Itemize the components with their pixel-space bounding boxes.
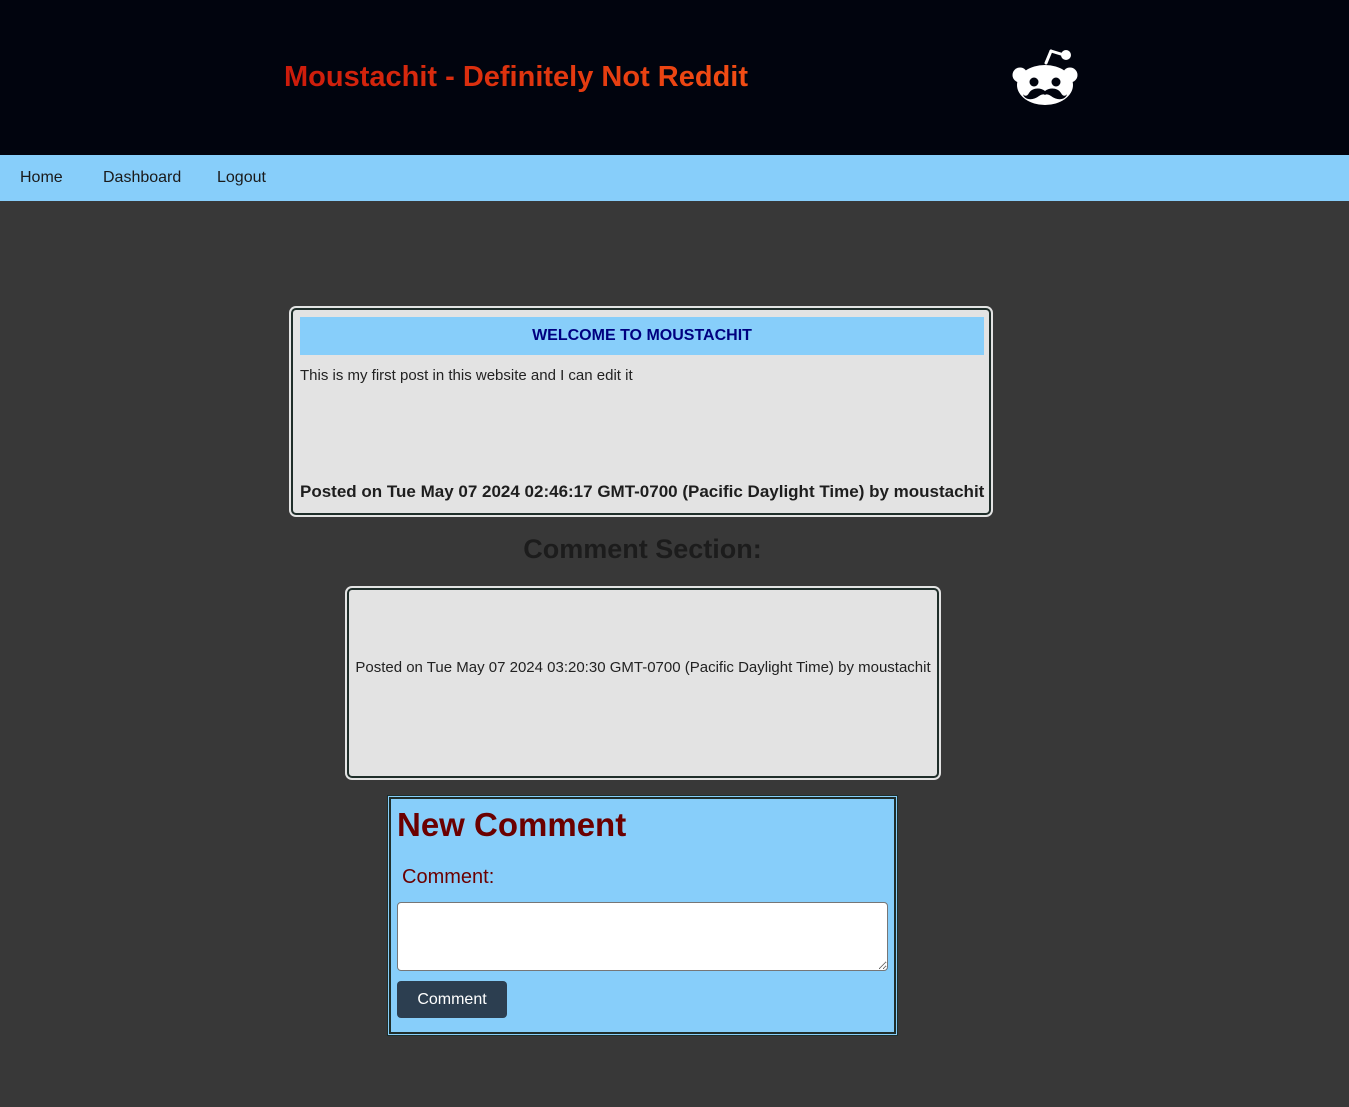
comment-card: Posted on Tue May 07 2024 03:20:30 GMT-0… bbox=[347, 588, 939, 778]
comment-section-heading: Comment Section: bbox=[523, 534, 762, 564]
post-body: This is my first post in this website an… bbox=[300, 367, 633, 384]
post-meta: Posted on Tue May 07 2024 02:46:17 GMT-0… bbox=[300, 482, 985, 501]
comment-meta: Posted on Tue May 07 2024 03:20:30 GMT-0… bbox=[355, 659, 931, 676]
site-header: Moustachit - Definitely Not Reddit bbox=[0, 0, 1349, 155]
nav-logout-link[interactable]: Logout bbox=[217, 168, 266, 188]
nav-dashboard-link[interactable]: Dashboard bbox=[103, 168, 181, 188]
post-card: WELCOME TO MOUSTACHIT This is my first p… bbox=[291, 308, 991, 515]
new-comment-form: New Comment Comment: Comment bbox=[389, 797, 896, 1034]
comment-textarea[interactable] bbox=[397, 902, 888, 971]
nav-home-link[interactable]: Home bbox=[20, 168, 63, 188]
new-comment-title: New Comment bbox=[397, 806, 627, 843]
comment-label: Comment: bbox=[402, 866, 495, 888]
main-nav: Home Dashboard Logout bbox=[0, 155, 1349, 201]
comment-submit-button[interactable]: Comment bbox=[397, 981, 507, 1018]
site-title: Moustachit - Definitely Not Reddit bbox=[284, 57, 748, 97]
post-title: WELCOME TO MOUSTACHIT bbox=[300, 317, 984, 355]
reddit-moustache-logo-icon bbox=[1012, 49, 1078, 105]
